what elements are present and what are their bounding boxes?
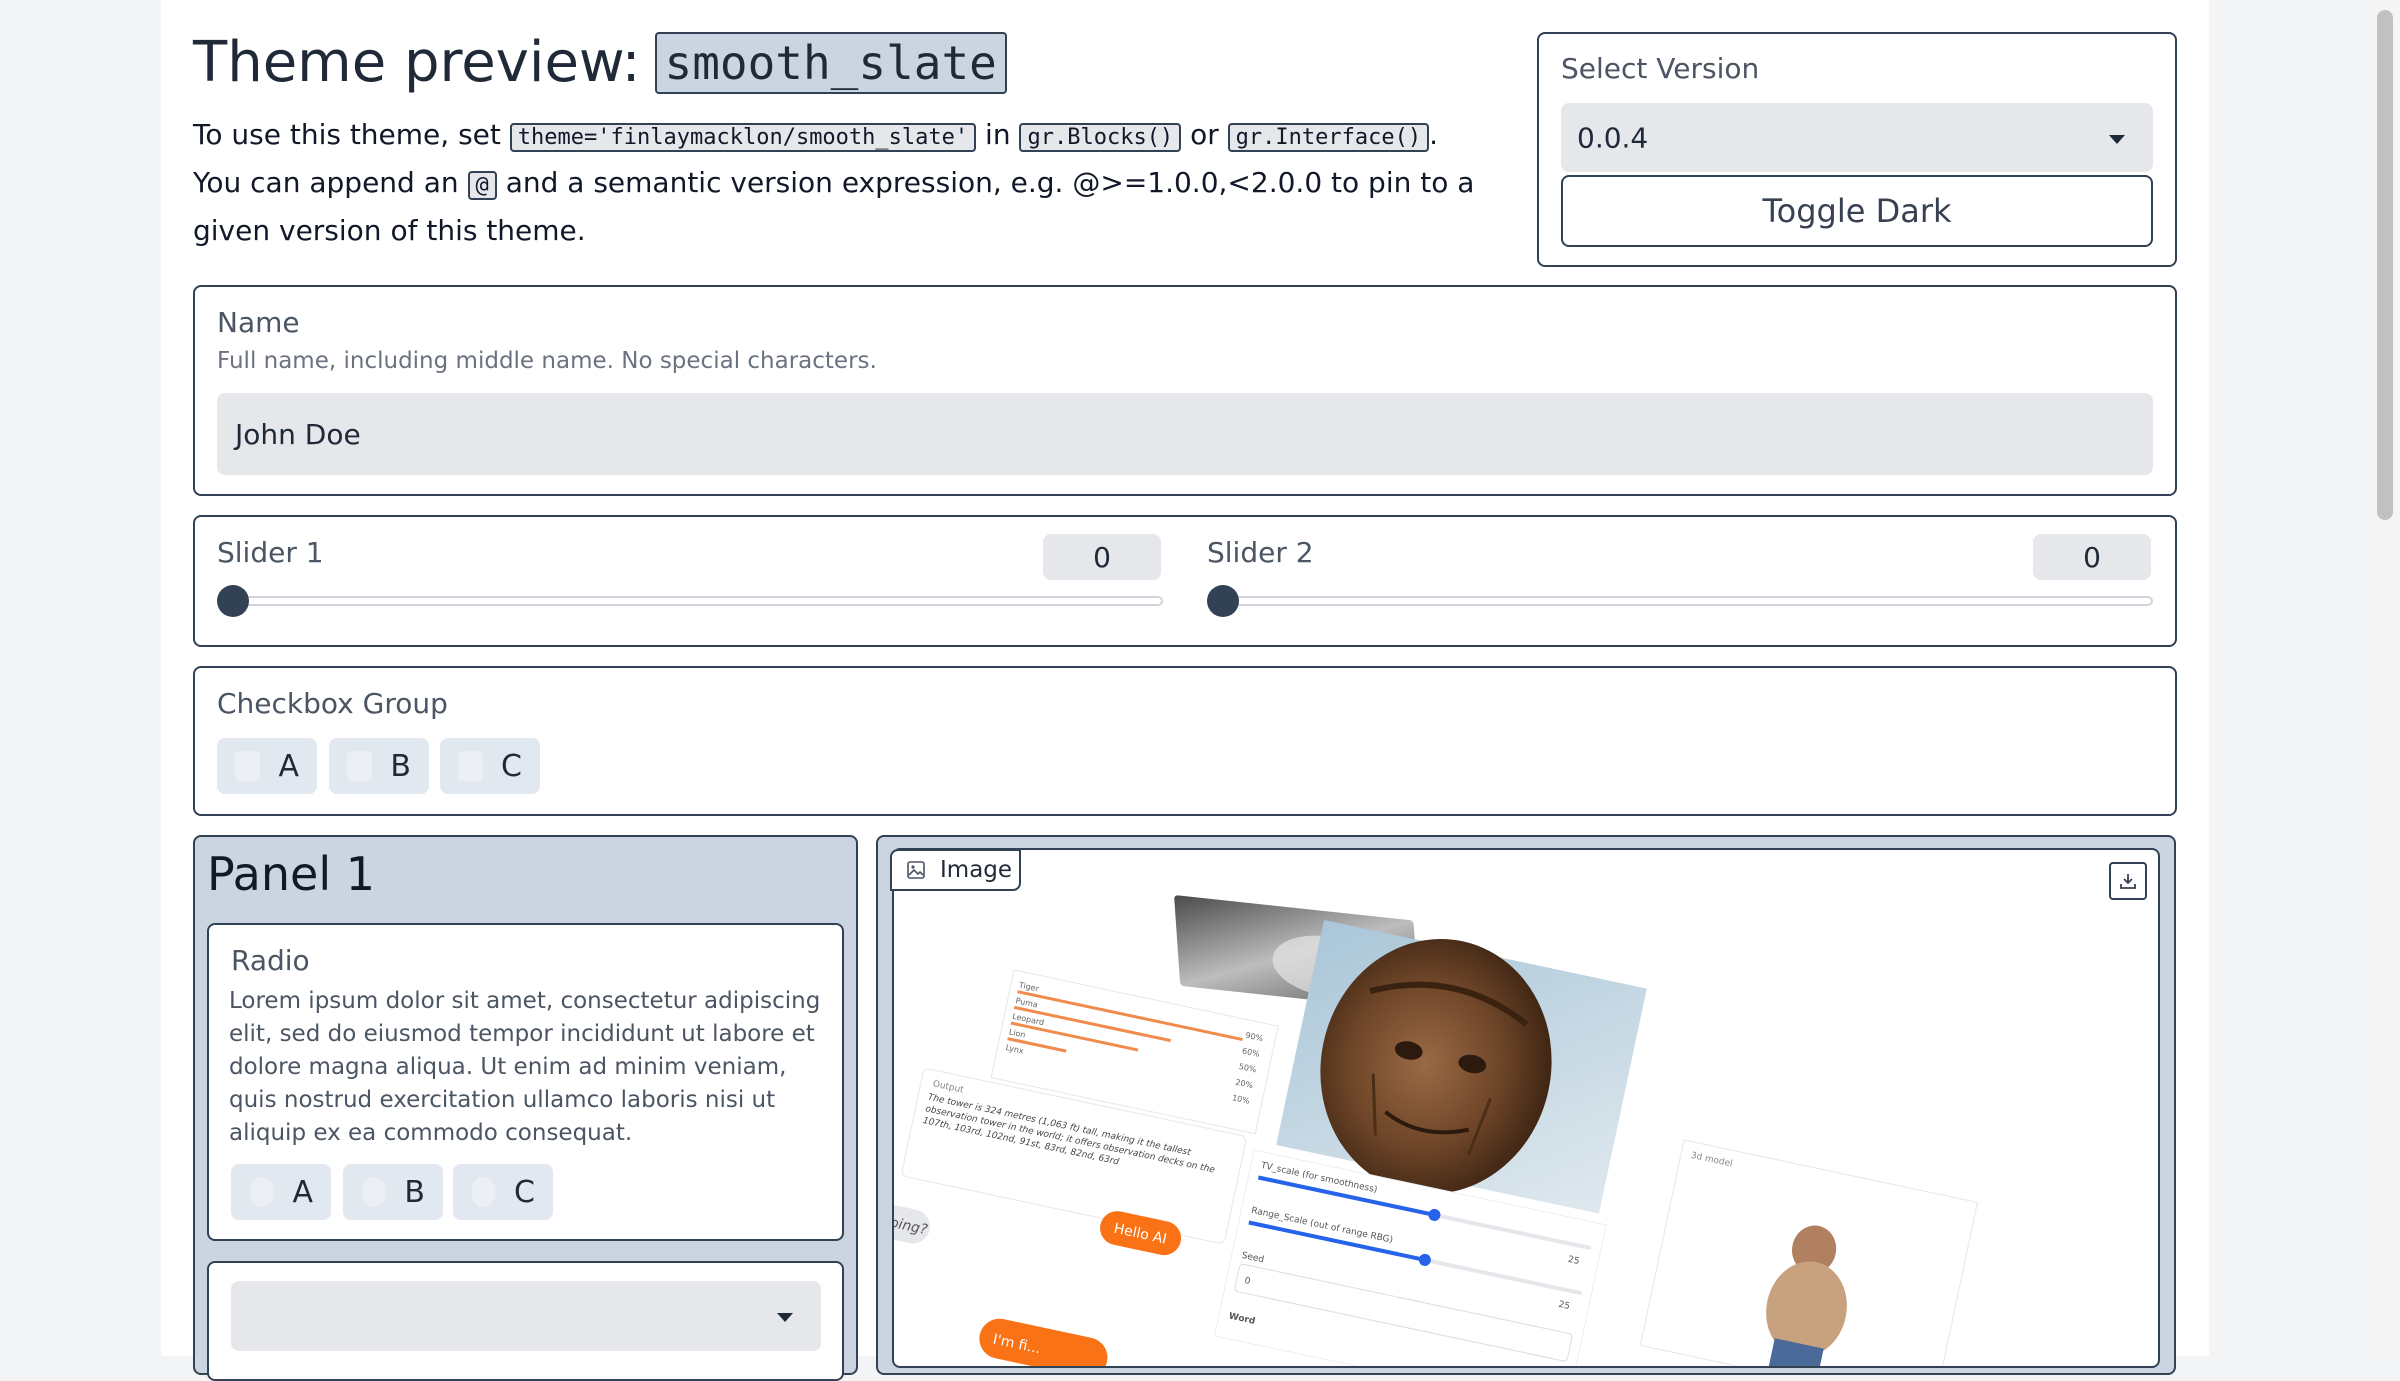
image-label-tag: Image [890,849,1021,891]
slider1-number-input[interactable]: 0 [1043,534,1161,580]
slider1-track[interactable] [217,596,1163,606]
panel1-dropdown[interactable] [231,1281,821,1351]
download-icon [2120,874,2136,889]
radio-option-a[interactable]: A [231,1164,331,1220]
slider1-handle[interactable] [217,585,249,617]
model-card: 3d model [1639,1139,1979,1366]
at-code: @ [467,171,497,200]
title-text: Theme preview: [193,30,641,95]
desc-text: To use this theme, set [193,118,501,151]
toggle-dark-button[interactable]: Toggle Dark [1561,175,2153,247]
name-input[interactable]: John Doe [217,393,2153,475]
image-icon [907,861,925,879]
scrollbar-thumb[interactable] [2377,10,2393,520]
usage-description: To use this theme, set theme='finlaymack… [193,112,1513,253]
scrollbar[interactable] [2370,0,2400,1356]
chevron-down-icon [777,1313,793,1322]
slider2-handle[interactable] [1207,585,1239,617]
checkbox-icon[interactable] [458,751,484,781]
checkbox-option-c[interactable]: C [440,738,540,794]
name-info: Full name, including middle name. No spe… [217,348,877,374]
checkbox-icon[interactable] [347,751,373,781]
checkbox-option-label: A [278,748,299,784]
slider2-number-input[interactable]: 0 [2033,534,2151,580]
slider2-track[interactable] [1207,596,2153,606]
radio-option-label: B [404,1174,425,1210]
slider1-label: Slider 1 [217,536,324,569]
version-label: Select Version [1561,52,1760,85]
sliders-panel [193,515,2177,647]
theme-preview-illustration: Tiger Puma Leopard Lion Lynx 90% 60% 50%… [894,895,1979,1366]
desc-text: or [1190,118,1219,151]
title-theme-code: smooth_slate [654,31,1007,94]
chat-bubbles: Hello AI oing? I'm fi... [894,1204,1182,1366]
desc-text: in [985,118,1011,151]
checkbox-option-label: B [390,748,411,784]
desc-text: You can append an [193,166,459,199]
download-button[interactable] [2109,862,2147,900]
checkbox-option-b[interactable]: B [329,738,429,794]
checkbox-icon[interactable] [235,751,261,781]
checkbox-option-label: C [501,748,522,784]
radio-label: Radio [231,944,310,977]
image-label: Image [940,857,1013,883]
blocks-code: gr.Blocks() [1019,123,1182,152]
version-selected: 0.0.4 [1577,121,1649,154]
slider2-label: Slider 2 [1207,536,1314,569]
radio-option-b[interactable]: B [343,1164,443,1220]
desc-text: . [1429,118,1438,151]
theme-code: theme='finlaymacklon/smooth_slate' [509,123,977,152]
radio-option-label: A [292,1174,313,1210]
name-label: Name [217,306,300,339]
radio-info: Lorem ipsum dolor sit amet, consectetur … [229,988,821,1146]
panel-1-title: Panel 1 [207,847,375,901]
radio-icon[interactable] [249,1177,275,1207]
radio-icon[interactable] [361,1177,387,1207]
version-dropdown[interactable]: 0.0.4 [1561,103,2153,172]
chevron-down-icon [2109,134,2125,144]
radio-icon[interactable] [471,1177,497,1207]
page-title: Theme preview: smooth_slate [193,30,1007,95]
radio-option-c[interactable]: C [453,1164,553,1220]
checkbox-option-a[interactable]: A [217,738,317,794]
interface-code: gr.Interface() [1227,123,1430,152]
checkbox-group-label: Checkbox Group [217,687,448,720]
image-display: Tiger Puma Leopard Lion Lynx 90% 60% 50%… [892,848,2160,1368]
radio-option-label: C [514,1174,535,1210]
